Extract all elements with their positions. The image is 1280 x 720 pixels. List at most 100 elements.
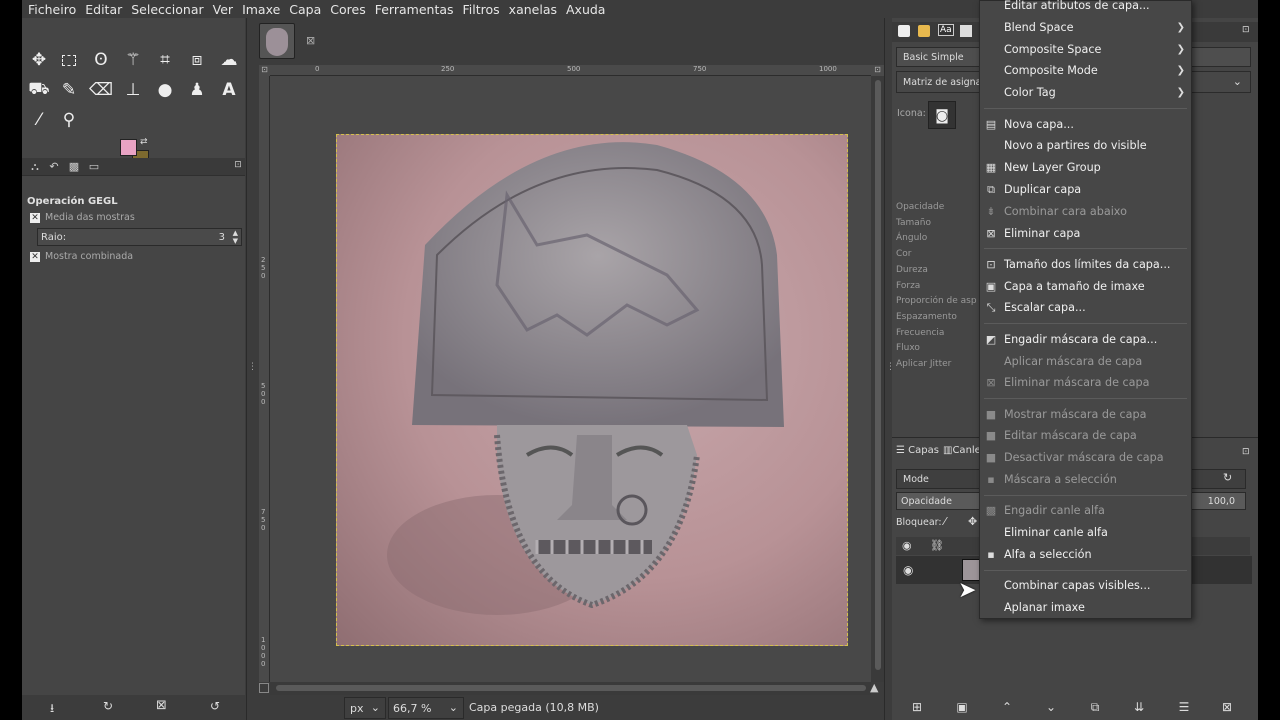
restore-options-icon[interactable]: ↻ — [103, 699, 113, 713]
unit-select[interactable]: px ⌄ — [344, 697, 386, 719]
raise-layer-icon[interactable]: ⌃ — [998, 700, 1016, 716]
vertical-scrollbar[interactable] — [871, 76, 884, 682]
reset-options-icon[interactable]: ↺ — [210, 699, 220, 713]
fonts-tab-icon[interactable]: Aa — [938, 24, 954, 36]
menu-ver[interactable]: Ver — [213, 2, 233, 17]
horizontal-scrollbar[interactable] — [270, 682, 871, 695]
menu-ferramentas[interactable]: Ferramentas — [375, 2, 454, 17]
brush-param-label: Fluxo — [896, 343, 920, 354]
tool-options-tab-icon[interactable]: ⛬ — [27, 160, 43, 174]
menu-item[interactable]: Color Tag ❯ — [980, 82, 1191, 104]
panel-menu-icon[interactable]: ⊡ — [1242, 25, 1250, 35]
tab-layers[interactable]: ☰ Capas — [896, 445, 939, 456]
zoom-tool-icon[interactable]: ⚲ — [56, 107, 82, 133]
crop-tool-icon[interactable]: ⌗ — [152, 47, 178, 73]
panel-menu-icon[interactable]: ⊡ — [230, 160, 246, 174]
menu-item[interactable]: Eliminar canle alfa — [980, 522, 1191, 544]
menu-item[interactable]: ▦ New Layer Group — [980, 157, 1191, 179]
new-layer-group-icon[interactable]: ▣ — [953, 700, 971, 716]
delete-icon: ⊠ — [986, 226, 996, 240]
devices-tab-icon[interactable]: ▭ — [86, 160, 102, 174]
close-tab-icon[interactable]: ⊠ — [306, 34, 315, 47]
clone-tool-icon[interactable]: ⊥ — [120, 77, 146, 103]
radius-stepper-icon[interactable]: ▲ ▼ — [233, 229, 238, 245]
paintbrush-tool-icon[interactable]: ✎ — [56, 77, 82, 103]
menu-item: ■ Mostrar máscara de capa — [980, 404, 1191, 426]
radius-spinbutton[interactable]: Raio: 3 ▲ ▼ — [37, 228, 242, 246]
move-tool-icon[interactable]: ✥ — [26, 47, 52, 73]
quick-mask-corner-icon[interactable]: ⊡ — [259, 65, 270, 76]
eraser-tool-icon[interactable]: ⌫ — [88, 77, 114, 103]
lasso-tool-icon[interactable]: ʘ — [88, 47, 114, 73]
menu-axuda[interactable]: Axuda — [566, 2, 605, 17]
dodge-burn-tool-icon[interactable]: ♟ — [184, 77, 210, 103]
foreground-color-swatch[interactable] — [120, 139, 137, 156]
unified-transform-tool-icon[interactable]: ⧈ — [184, 47, 210, 73]
patterns-tab-icon[interactable] — [918, 25, 930, 37]
menu-seleccionar[interactable]: Seleccionar — [131, 2, 203, 17]
zoom-image-icon[interactable]: ▲ — [870, 681, 878, 694]
menu-item[interactable]: Combinar capas visibles... — [980, 575, 1191, 597]
menu-item[interactable]: ⧉ Duplicar capa — [980, 179, 1191, 201]
tab-channels[interactable]: ▥Canle — [943, 445, 981, 456]
delete-layer-icon[interactable]: ⊠ — [1218, 700, 1236, 716]
menu-item[interactable]: ▣ Capa a tamaño de imaxe — [980, 276, 1191, 298]
duplicate-layer-icon[interactable]: ⧉ — [1086, 700, 1104, 716]
menu-capa[interactable]: Capa — [289, 2, 321, 17]
layer-mask-icon[interactable]: ☰ — [1175, 700, 1193, 716]
new-layer-icon[interactable]: ⊞ — [908, 700, 926, 716]
sample-merged-checkbox[interactable]: ✕ — [30, 252, 40, 262]
menu-imaxe[interactable]: Imaxe — [242, 2, 280, 17]
merge-layer-icon[interactable]: ⇊ — [1130, 700, 1148, 716]
menu-item[interactable]: ⊡ Tamaño dos límites da capa... — [980, 254, 1191, 276]
dock-separator[interactable] — [884, 18, 885, 720]
layers-tab-icon: ☰ — [896, 445, 905, 456]
image-tab-thumbnail[interactable] — [259, 23, 295, 59]
color-picker-tool-icon[interactable]: ⁄ — [26, 107, 52, 133]
menu-item[interactable]: ⤡ Escalar capa... — [980, 297, 1191, 319]
stone-sculpture-image — [387, 142, 784, 615]
panel-menu-icon[interactable]: ⊡ — [1242, 447, 1250, 457]
brush-param-label: Tamaño — [896, 217, 932, 228]
menu-filtros[interactable]: Filtros — [463, 2, 500, 17]
fuzzy-select-tool-icon[interactable]: ⚚ — [120, 47, 146, 73]
save-options-icon[interactable]: ⭳ — [50, 699, 54, 720]
delete-options-icon[interactable]: ⊠ — [156, 698, 167, 713]
warp-tool-icon[interactable]: ☁ — [216, 47, 242, 73]
smudge-tool-icon[interactable]: ● — [152, 77, 178, 103]
menu-item[interactable]: Composite Mode ❯ — [980, 60, 1191, 82]
brush-icon-button[interactable]: ◙ — [928, 101, 956, 129]
menu-item[interactable]: Aplanar imaxe — [980, 597, 1191, 619]
undo-history-tab-icon[interactable]: ↶ — [46, 160, 62, 174]
rect-select-tool-icon[interactable] — [56, 47, 82, 73]
menu-item[interactable]: Novo a partires do visible — [980, 135, 1191, 157]
lock-pixels-icon[interactable]: ⁄ — [944, 515, 946, 528]
menu-item[interactable]: ⊠ Eliminar capa — [980, 223, 1191, 245]
menu-cores[interactable]: Cores — [330, 2, 365, 17]
swap-colors-icon[interactable]: ⇄ — [140, 137, 148, 147]
brushes-tab-icon[interactable] — [898, 25, 910, 37]
dock-separator[interactable] — [246, 18, 247, 720]
document-history-tab-icon[interactable] — [960, 25, 972, 37]
menu-item[interactable]: Composite Space ❯ — [980, 39, 1191, 61]
eye-icon[interactable]: ◉ — [903, 563, 913, 577]
menu-item[interactable]: ▪ Alfa a selección — [980, 544, 1191, 566]
menu-ficheiro[interactable]: Ficheiro — [28, 2, 76, 17]
reset-mode-icon[interactable]: ↻ — [1223, 471, 1232, 484]
zoom-select[interactable]: 66,7 % ⌄ — [388, 697, 464, 719]
lower-layer-icon[interactable]: ⌄ — [1042, 700, 1060, 716]
images-tab-icon[interactable]: ▩ — [66, 160, 82, 174]
brush-param-label: Aplicar Jitter — [896, 359, 952, 369]
menu-item[interactable]: Blend Space ❯ — [980, 17, 1191, 39]
text-tool-icon[interactable]: A — [216, 77, 242, 103]
menu-editar[interactable]: Editar — [85, 2, 122, 17]
sample-average-checkbox[interactable]: ✕ — [30, 213, 40, 223]
menu-item[interactable]: Editar atributos de capa... — [980, 0, 1191, 17]
lock-position-icon[interactable]: ✥ — [968, 515, 977, 528]
menu-item[interactable]: ◩ Engadir máscara de capa... — [980, 329, 1191, 351]
quick-mask-toggle-icon[interactable] — [259, 683, 269, 693]
menu-xanelas[interactable]: xanelas — [509, 2, 557, 17]
navigate-icon[interactable]: ⊡ — [871, 65, 884, 76]
bucket-fill-tool-icon[interactable]: ⛟ — [26, 77, 52, 103]
menu-item[interactable]: ▤ Nova capa... — [980, 114, 1191, 136]
